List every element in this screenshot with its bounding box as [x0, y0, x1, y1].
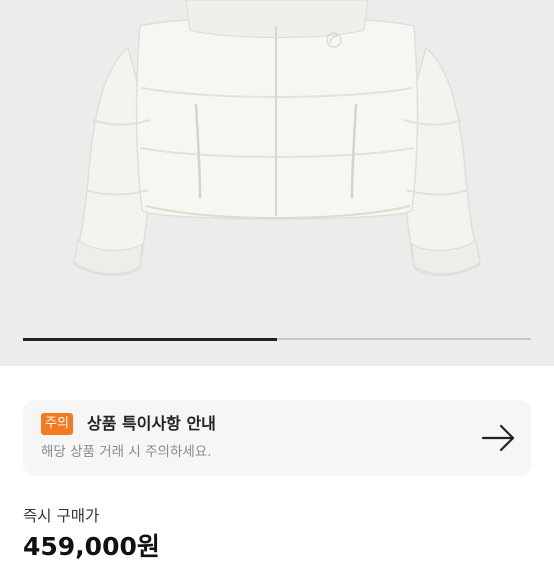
- notice-card[interactable]: 주의 상품 특이사항 안내 해당 상품 거래 시 주의하세요.: [23, 400, 531, 476]
- notice-title: 상품 특이사항 안내: [87, 414, 216, 433]
- price-label: 즉시 구매가: [23, 507, 100, 525]
- carousel-progress-track: [23, 337, 531, 341]
- arrow-right-icon[interactable]: [479, 420, 517, 456]
- brand-logo-icon: [326, 32, 342, 48]
- warning-badge: 주의: [41, 413, 73, 435]
- price-value: 459,000원: [23, 532, 160, 561]
- product-image: [73, 0, 481, 276]
- product-image-area[interactable]: [0, 0, 554, 366]
- notice-subtitle: 해당 상품 거래 시 주의하세요.: [41, 444, 212, 460]
- carousel-progress-bar: [23, 337, 277, 341]
